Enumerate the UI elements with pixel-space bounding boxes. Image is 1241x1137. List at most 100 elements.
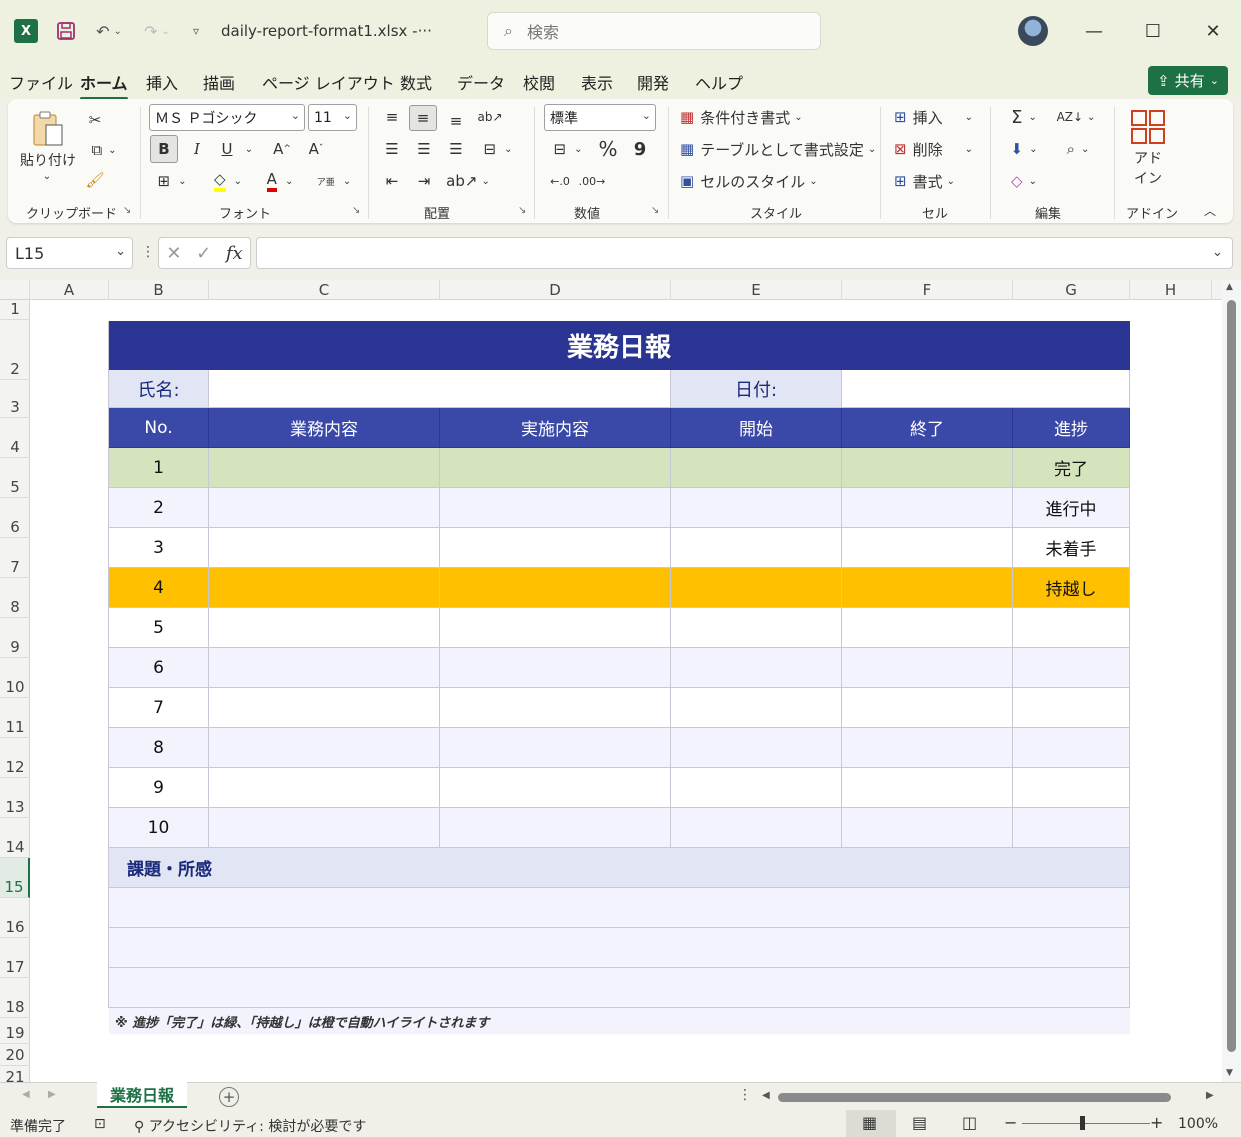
- row-header[interactable]: 16: [0, 898, 30, 938]
- table-cell[interactable]: [671, 648, 842, 688]
- table-cell[interactable]: [842, 608, 1013, 648]
- table-cell[interactable]: [671, 728, 842, 768]
- comma-style-button[interactable]: 9: [630, 137, 650, 161]
- table-cell[interactable]: [671, 768, 842, 808]
- merge-center-icon[interactable]: ⊟ ⌄: [476, 137, 520, 161]
- column-header[interactable]: E: [671, 280, 842, 300]
- underline-button[interactable]: U: [216, 137, 238, 161]
- row-header[interactable]: 9: [0, 618, 30, 658]
- share-button[interactable]: ⇪ 共有 ⌄: [1148, 66, 1228, 95]
- status-cell[interactable]: [1013, 768, 1130, 808]
- horizontal-scroll-thumb[interactable]: [778, 1093, 1171, 1102]
- zoom-slider[interactable]: [1022, 1123, 1150, 1124]
- minimize-button[interactable]: —: [1079, 18, 1109, 44]
- status-cell[interactable]: [1013, 808, 1130, 848]
- table-cell[interactable]: [440, 768, 671, 808]
- number-format-select[interactable]: 標準 ⌄: [544, 104, 656, 131]
- delete-cells-button[interactable]: ⊠ 削除 ⌄: [894, 137, 973, 161]
- enter-icon[interactable]: ✓: [196, 243, 211, 264]
- table-cell[interactable]: [842, 568, 1013, 608]
- tab-developer[interactable]: 開発: [637, 70, 669, 94]
- insert-cells-button[interactable]: ⊞ 挿入 ⌄: [894, 105, 973, 129]
- table-cell[interactable]: [671, 528, 842, 568]
- status-cell[interactable]: [1013, 728, 1130, 768]
- search-box[interactable]: ⌕ 検索: [487, 12, 821, 50]
- table-cell[interactable]: [209, 488, 440, 528]
- table-header-cell[interactable]: No.: [109, 408, 209, 448]
- decrease-decimal-icon[interactable]: .00→: [578, 169, 606, 193]
- increase-decimal-icon[interactable]: ←.0: [546, 169, 574, 193]
- align-center-icon[interactable]: ☰: [412, 137, 436, 161]
- borders-icon[interactable]: ⊞ ⌄: [150, 169, 194, 193]
- name-field[interactable]: [209, 370, 671, 408]
- table-cell[interactable]: [209, 448, 440, 488]
- table-header-cell[interactable]: 業務内容: [209, 408, 440, 448]
- fill-icon[interactable]: ⬇ ⌄: [1004, 137, 1044, 161]
- table-cell[interactable]: [671, 568, 842, 608]
- table-cell[interactable]: [209, 688, 440, 728]
- add-ins-label-line2[interactable]: イン: [1128, 169, 1168, 187]
- chevron-down-icon[interactable]: ⌄: [242, 139, 256, 159]
- insert-function-icon[interactable]: fx: [226, 243, 243, 264]
- table-cell[interactable]: [671, 808, 842, 848]
- column-header[interactable]: H: [1130, 280, 1212, 300]
- redo-button[interactable]: ↷ ⌄: [138, 18, 176, 44]
- align-middle-icon[interactable]: ≡: [409, 105, 437, 131]
- status-cell[interactable]: [1013, 648, 1130, 688]
- sort-filter-icon[interactable]: AZ↓ ⌄: [1054, 105, 1098, 129]
- format-painter-icon[interactable]: 🖌: [84, 169, 106, 191]
- phonetic-guide-icon[interactable]: ア亜 ⌄: [314, 169, 354, 193]
- font-color-icon[interactable]: A ⌄: [258, 169, 302, 193]
- page-break-view-icon[interactable]: ◫: [962, 1113, 977, 1132]
- row-header[interactable]: 13: [0, 778, 30, 818]
- conditional-formatting-button[interactable]: ▦ 条件付き書式 ⌄: [680, 105, 803, 129]
- formula-input[interactable]: [256, 237, 1233, 269]
- tab-data[interactable]: データ: [457, 70, 505, 94]
- row-number-cell[interactable]: 5: [109, 608, 209, 648]
- issues-input-row[interactable]: [109, 888, 1130, 928]
- undo-button[interactable]: ↶ ⌄: [90, 18, 128, 44]
- scroll-up-icon[interactable]: ▲: [1226, 282, 1233, 292]
- status-cell[interactable]: 持越し: [1013, 568, 1130, 608]
- table-cell[interactable]: [842, 768, 1013, 808]
- tab-draw[interactable]: 描画: [203, 70, 235, 94]
- cell-styles-button[interactable]: ▣ セルのスタイル ⌄: [680, 169, 818, 193]
- issues-label[interactable]: 課題・所感: [109, 848, 1130, 888]
- row-header[interactable]: 1: [0, 300, 30, 320]
- table-cell[interactable]: [440, 568, 671, 608]
- save-button[interactable]: [54, 18, 78, 44]
- column-header[interactable]: C: [209, 280, 440, 300]
- worksheet-grid[interactable]: A B C D E F G H 1 2 3 4 5 6 7 8 9 10 11 12 13 14 15 16 1…: [0, 280, 1241, 1088]
- clear-icon[interactable]: ◇ ⌄: [1004, 169, 1044, 193]
- table-header-cell[interactable]: 進捗: [1013, 408, 1130, 448]
- row-header[interactable]: 20: [0, 1044, 30, 1066]
- table-cell[interactable]: [842, 648, 1013, 688]
- issues-input-row[interactable]: [109, 968, 1130, 1008]
- status-cell[interactable]: [1013, 608, 1130, 648]
- table-cell[interactable]: [842, 808, 1013, 848]
- table-cell[interactable]: [209, 648, 440, 688]
- add-sheet-icon[interactable]: +: [219, 1087, 239, 1107]
- chevron-down-icon[interactable]: ⌄: [40, 169, 54, 183]
- expand-formula-bar-icon[interactable]: ⌄: [1212, 245, 1223, 260]
- row-header[interactable]: 10: [0, 658, 30, 698]
- scroll-left-icon[interactable]: ◀: [762, 1090, 770, 1101]
- row-header[interactable]: 4: [0, 418, 30, 458]
- zoom-in-button[interactable]: +: [1150, 1113, 1163, 1132]
- bold-button[interactable]: B: [150, 135, 178, 163]
- row-number-cell[interactable]: 9: [109, 768, 209, 808]
- status-cell[interactable]: [1013, 688, 1130, 728]
- prev-sheet-icon[interactable]: ◀: [22, 1089, 30, 1100]
- tab-review[interactable]: 校閲: [523, 70, 555, 94]
- row-header[interactable]: 6: [0, 498, 30, 538]
- format-as-table-button[interactable]: ▦ テーブルとして書式設定 ⌄: [680, 137, 876, 161]
- dialog-launcher-icon[interactable]: ↘: [518, 205, 526, 216]
- row-number-cell[interactable]: 4: [109, 568, 209, 608]
- table-cell[interactable]: [842, 528, 1013, 568]
- row-header[interactable]: 18: [0, 978, 30, 1018]
- row-header[interactable]: 5: [0, 458, 30, 498]
- name-label[interactable]: 氏名:: [109, 370, 209, 408]
- row-header[interactable]: 7: [0, 538, 30, 578]
- tab-view[interactable]: 表示: [581, 70, 613, 94]
- increase-indent-icon[interactable]: ⇥: [412, 169, 436, 193]
